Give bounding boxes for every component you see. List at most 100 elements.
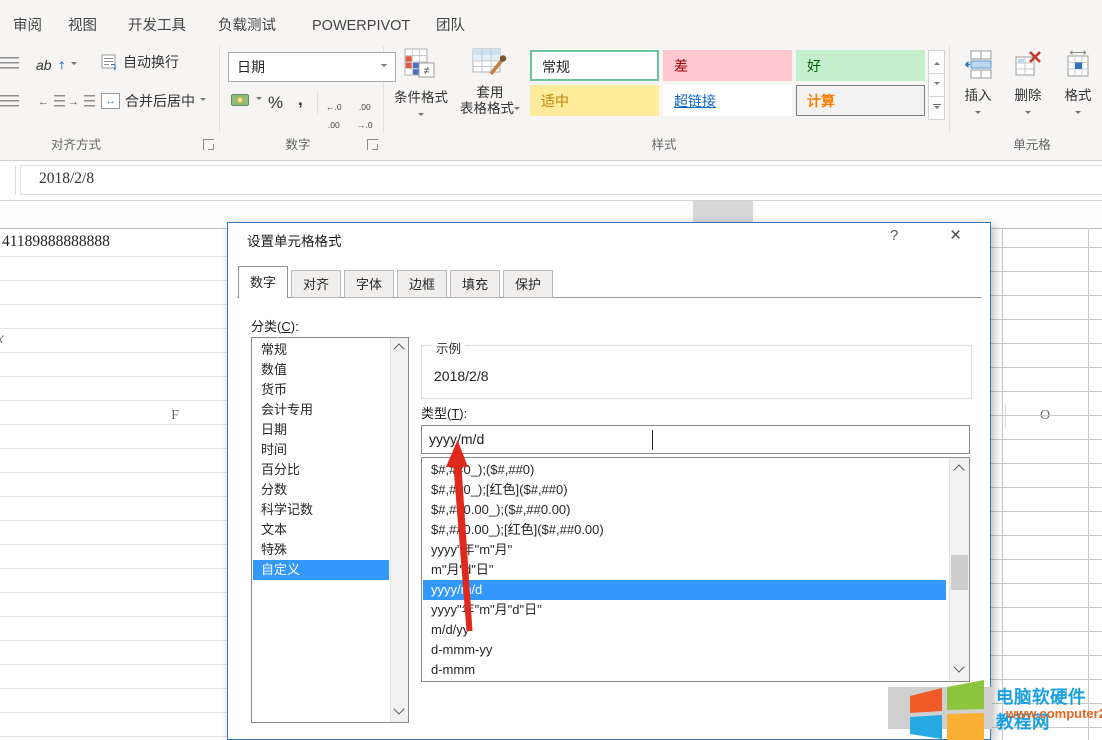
ribbon-tab-loadtest[interactable]: 负载测试 [218,14,276,38]
format-item[interactable]: $#,##0_);($#,##0) [423,460,946,480]
format-scrollbar[interactable] [949,458,969,681]
format-item[interactable]: d-mmm [423,660,946,680]
ribbon-tab-developer[interactable]: 开发工具 [128,14,186,38]
increase-decimal-button[interactable]: ←.0 .00 [326,94,342,130]
comma-style-button[interactable]: , [298,90,303,110]
indent-lines-icon [54,95,65,108]
help-button[interactable]: ? [890,227,898,244]
scroll-up-icon[interactable] [953,464,964,475]
gallery-scroll-down-button[interactable] [928,73,945,97]
arrow-right-icon: → [68,96,79,108]
category-item[interactable]: 文本 [253,520,389,540]
align-left-icon[interactable] [0,95,19,110]
category-item[interactable]: 数值 [253,360,389,380]
ribbon-tab-review[interactable]: 审阅 [13,14,42,38]
format-item[interactable]: $#,##0_);[红色]($#,##0) [423,480,946,500]
wrap-text-icon [101,54,118,71]
scroll-up-icon[interactable] [393,343,404,354]
orientation-arrow-icon: ↗ [53,57,69,73]
gallery-scroll-up-button[interactable] [928,50,945,74]
category-item[interactable]: 科学记数 [253,500,389,520]
format-item[interactable]: yyyy"年"m"月" [423,540,946,560]
ribbon-tab-view[interactable]: 视图 [68,14,97,38]
category-item[interactable]: 货币 [253,380,389,400]
category-item[interactable]: 分数 [253,480,389,500]
grid-vline [1088,229,1089,740]
chevron-down-icon [200,98,206,104]
cell-value[interactable]: 41189888888888 [2,233,110,251]
dialog-tab-protection[interactable]: 保护 [503,270,553,298]
chevron-down-icon [418,113,424,119]
decrease-decimal-button[interactable]: .00 →.0 [357,94,373,130]
format-as-table-button[interactable]: 套用 表格格式 [456,48,524,117]
merge-center-button[interactable]: ↔ 合并后居中 [101,91,206,111]
format-item-selected[interactable]: yyyy/m/d [423,580,946,600]
sample-value: 2018/2/8 [434,368,489,384]
orientation-icon: ab [36,57,52,73]
align-middle-icon[interactable] [0,57,19,72]
scrollbar-thumb[interactable] [951,555,968,590]
category-item-selected[interactable]: 自定义 [253,560,389,580]
format-as-table-icon [472,48,509,80]
category-item[interactable]: 百分比 [253,460,389,480]
accounting-format-button[interactable] [231,92,262,107]
close-button[interactable]: × [950,225,961,247]
category-item[interactable]: 时间 [253,440,389,460]
cell-style-calculation[interactable]: 计算 [796,85,925,116]
type-input[interactable]: yyyy/m/d [421,425,970,454]
arrow-left-icon: ← [38,96,49,108]
format-item[interactable]: $#,##0.00_);[红色]($#,##0.00) [423,520,946,540]
worksheet-grid-right[interactable] [991,229,1102,740]
type-label: 类型(T): [421,403,467,422]
dialog-tab-fill[interactable]: 填充 [450,270,500,298]
text-caret [652,430,653,450]
conditional-formatting-button[interactable]: ≠ 条件格式 [392,48,450,124]
chevron-down-icon [381,64,387,70]
chevron-down-icon [256,97,262,103]
format-item[interactable]: yyyy"年"m"月"d"日" [423,600,946,620]
category-item[interactable]: 日期 [253,420,389,440]
wrap-text-button[interactable]: 自动换行 [101,52,179,72]
orientation-button[interactable]: ab ↗ [36,52,77,78]
format-cells-button[interactable]: 格式 [1058,50,1098,122]
scroll-down-icon[interactable] [953,661,964,672]
category-item[interactable]: 会计专用 [253,400,389,420]
cell-style-bad[interactable]: 差 [663,50,792,81]
ribbon-tab-team[interactable]: 团队 [436,14,465,38]
formula-input[interactable]: 2018/2/8 [20,165,1102,195]
ribbon-tab-powerpivot[interactable]: POWERPIVOT [312,14,410,38]
cell-style-hyperlink[interactable]: 超链接 [663,85,792,116]
category-item[interactable]: 特殊 [253,540,389,560]
alignment-dialog-launcher[interactable] [203,139,214,150]
scroll-down-icon[interactable] [393,703,404,714]
delete-cells-button[interactable]: 删除 [1008,50,1048,122]
dialog-tab-font[interactable]: 字体 [344,270,394,298]
format-item[interactable]: m"月"d"日" [423,560,946,580]
cell-style-good[interactable]: 好 [796,50,925,81]
gallery-more-button[interactable] [928,96,945,120]
cell-style-normal[interactable]: 常规 [530,50,659,81]
chevron-down-icon [1075,111,1081,117]
dialog-tab-border[interactable]: 边框 [397,270,447,298]
insert-cells-button[interactable]: 插入 [958,50,998,122]
cell-style-neutral[interactable]: 适中 [530,85,659,116]
category-item[interactable]: 常规 [253,340,389,360]
mini-separator [317,92,318,114]
dialog-tab-alignment[interactable]: 对齐 [291,270,341,298]
format-item[interactable]: $#,##0.00_);($#,##0.00) [423,500,946,520]
number-format-dropdown[interactable]: 日期 [228,52,396,82]
format-item[interactable]: m/d/yy [423,620,946,640]
indent-lines-icon [84,95,95,108]
sample-legend: 示例 [432,338,465,357]
formula-bar-separator [15,166,16,194]
category-scrollbar[interactable] [390,338,408,722]
percent-style-button[interactable]: % [268,93,283,113]
number-dialog-launcher[interactable] [367,139,378,150]
decrease-indent-button[interactable]: ← [38,95,65,108]
worksheet-grid-left[interactable] [0,229,227,740]
excel-window: 工作簿1 - Excel 审阅 视图 开发工具 负载测试 POWERPIVOT … [0,0,1102,740]
format-item[interactable]: d-mmm-yy [423,640,946,660]
dialog-tab-number[interactable]: 数字 [238,266,288,298]
increase-indent-button[interactable]: → [68,95,95,108]
format-cells-dialog: 设置单元格格式 ? × 数字 对齐 字体 边框 填充 保护 分类(C): 常规 … [227,222,991,740]
